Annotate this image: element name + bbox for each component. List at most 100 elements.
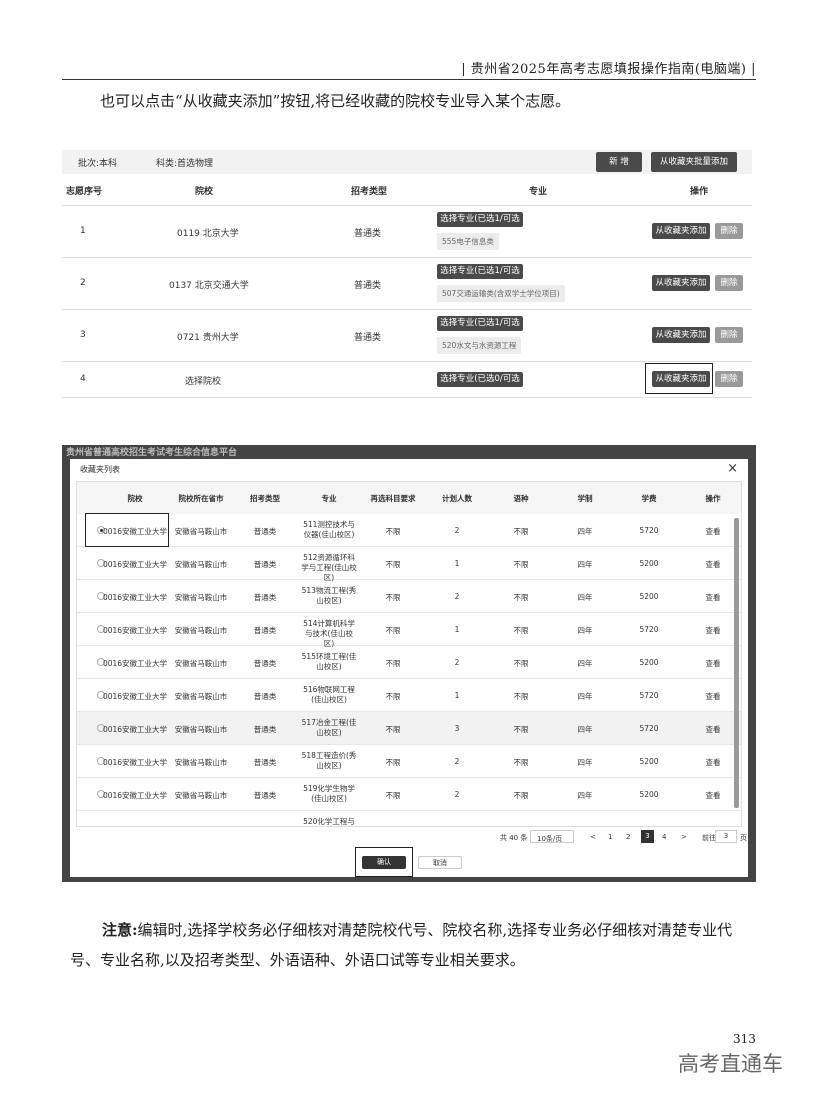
cell-lang: 不限 bbox=[513, 692, 529, 701]
cell-fee: 5200 bbox=[639, 592, 659, 601]
view-link[interactable]: 查看 bbox=[706, 724, 721, 735]
cell-school: 0016安徽工业大学 bbox=[102, 725, 168, 734]
cell-req: 不限 bbox=[385, 626, 401, 635]
cell-type: 普通类 bbox=[253, 527, 277, 536]
view-link[interactable]: 查看 bbox=[706, 658, 721, 669]
favorites-row[interactable]: 0016安徽工业大学 安徽省马鞍山市 普通类 517冶金工程(佳山校区) 不限 3 不限 四年… bbox=[77, 712, 741, 745]
col-plan: 计划人数 bbox=[442, 494, 472, 503]
select-school-link[interactable]: 选择院校 bbox=[185, 374, 221, 387]
col-fee: 学费 bbox=[641, 494, 657, 503]
cell-years: 四年 bbox=[577, 527, 593, 536]
page-2-button[interactable]: 2 bbox=[626, 833, 630, 841]
cell-years: 四年 bbox=[577, 692, 593, 701]
cell-fee: 5200 bbox=[639, 559, 659, 568]
cell-fee: 5720 bbox=[639, 724, 659, 733]
delete-button[interactable]: 删除 bbox=[715, 327, 743, 343]
cell-plan: 1 bbox=[454, 691, 460, 700]
select-major-button[interactable]: 选择专业(已选1/可选1) bbox=[437, 212, 523, 239]
cell-req: 不限 bbox=[385, 725, 401, 734]
cell-school: 0016安徽工业大学 bbox=[102, 659, 168, 668]
cell-type: 普通类 bbox=[253, 593, 277, 602]
cancel-button[interactable]: 取消 bbox=[418, 856, 462, 869]
page-size-select[interactable]: 10条/页 bbox=[530, 830, 574, 843]
page-size-value: 10条/页 bbox=[537, 835, 563, 843]
view-link[interactable]: 查看 bbox=[706, 691, 721, 702]
col-major: 专业 bbox=[321, 494, 337, 503]
view-link[interactable]: 查看 bbox=[706, 526, 721, 537]
cell-major: 519化学生物学(佳山校区) bbox=[303, 784, 355, 803]
favorites-dialog: 收藏夹列表 × 院校 院校所在省市 招考类型 专业 再选科目要求 计划人数 语种… bbox=[70, 459, 748, 877]
platform-banner: 贵州省普通高校招生考试考生综合信息平台 bbox=[66, 448, 238, 458]
total-count: 共 40 条 bbox=[500, 834, 528, 842]
view-link[interactable]: 查看 bbox=[706, 592, 721, 603]
table-row: 3 0721 贵州大学 普通类 选择专业(已选1/可选1) 520水文与水资源工… bbox=[62, 310, 752, 362]
view-link[interactable]: 查看 bbox=[706, 757, 721, 768]
view-link[interactable]: 查看 bbox=[706, 625, 721, 636]
add-from-favorites-button[interactable]: 从收藏夹添加 bbox=[652, 223, 710, 239]
batch-add-favorites-button[interactable]: 从收藏夹批量添加 bbox=[651, 152, 737, 172]
row-school: 0137 北京交通大学 bbox=[169, 281, 249, 291]
cell-req: 不限 bbox=[385, 692, 401, 701]
cell-lang: 不限 bbox=[513, 560, 529, 569]
pagination: 共 40 条 10条/页 < 1 2 3 4 > 前往 3 页 bbox=[70, 827, 748, 847]
table-header: 志愿序号 院校 招考类型 专业 操作 bbox=[62, 174, 752, 206]
page-1-button[interactable]: 1 bbox=[608, 833, 612, 841]
cell-years: 四年 bbox=[577, 659, 593, 668]
cell-city: 安徽省马鞍山市 bbox=[174, 725, 228, 734]
cell-fee: 5720 bbox=[639, 625, 659, 634]
prev-page-button[interactable]: < bbox=[590, 833, 596, 841]
favorites-row[interactable]: 0016安徽工业大学 安徽省马鞍山市 普通类 512资源循环科学与工程(佳山校区) 不限… bbox=[77, 547, 741, 582]
goto-page-input[interactable]: 3 bbox=[715, 830, 737, 843]
highlight-box bbox=[355, 847, 413, 877]
cell-fee: 5200 bbox=[639, 790, 659, 799]
cell-fee: 5200 bbox=[639, 757, 659, 766]
cell-req: 不限 bbox=[385, 527, 401, 536]
row-no: 3 bbox=[80, 330, 86, 340]
favorites-table: 院校 院校所在省市 招考类型 专业 再选科目要求 计划人数 语种 学制 学费 操… bbox=[76, 481, 742, 827]
cell-lang: 不限 bbox=[513, 791, 529, 800]
favorites-row[interactable]: 0016安徽工业大学 安徽省马鞍山市 普通类 516物联网工程(佳山校区) 不限 1 不限 四… bbox=[77, 679, 741, 712]
cell-req: 不限 bbox=[385, 560, 401, 569]
next-page-button[interactable]: > bbox=[681, 833, 687, 841]
favorites-row[interactable]: 0016安徽工业大学 安徽省马鞍山市 普通类 511测控技术与仪器(佳山校区) 不限 2 不… bbox=[77, 513, 741, 547]
cell-plan: 2 bbox=[454, 757, 460, 766]
cell-major: 512资源循环科学与工程(佳山校区) bbox=[301, 553, 357, 582]
col-years: 学制 bbox=[577, 494, 593, 503]
select-major-button[interactable]: 选择专业(已选1/可选1) bbox=[437, 264, 523, 291]
delete-button[interactable]: 删除 bbox=[715, 223, 743, 239]
header-major: 专业 bbox=[529, 187, 548, 197]
row-type: 普通类 bbox=[354, 333, 382, 343]
scrollbar[interactable] bbox=[734, 518, 739, 808]
cell-years: 四年 bbox=[577, 758, 593, 767]
note-paragraph: 注意:编辑时,选择学校务必仔细核对清楚院校代号、院校名称,选择专业务必仔细核对清… bbox=[70, 915, 750, 975]
view-link[interactable]: 查看 bbox=[706, 559, 721, 570]
cell-req: 不限 bbox=[385, 593, 401, 602]
favorites-row[interactable]: 0016安徽工业大学 安徽省马鞍山市 普通类 514计算机科学与技术(佳山校区) 不限 1… bbox=[77, 613, 741, 648]
row-school: 0119 北京大学 bbox=[177, 229, 239, 239]
select-major-button[interactable]: 选择专业(已选0/可选1) bbox=[437, 372, 523, 399]
cell-lang: 不限 bbox=[513, 593, 529, 602]
favorites-row[interactable]: 520化学工程与工 bbox=[77, 811, 741, 826]
dialog-title: 收藏夹列表 bbox=[80, 465, 120, 474]
page-4-button[interactable]: 4 bbox=[662, 833, 666, 841]
add-from-favorites-button[interactable]: 从收藏夹添加 bbox=[652, 275, 710, 291]
select-major-button[interactable]: 选择专业(已选1/可选1) bbox=[437, 316, 523, 343]
row-type: 普通类 bbox=[354, 229, 382, 239]
cell-school: 0016安徽工业大学 bbox=[102, 791, 168, 800]
favorites-row[interactable]: 0016安徽工业大学 安徽省马鞍山市 普通类 513物流工程(秀山校区) 不限 2 不限 四年… bbox=[77, 580, 741, 613]
new-button[interactable]: 新 增 bbox=[596, 152, 642, 172]
favorites-row[interactable]: 0016安徽工业大学 安徽省马鞍山市 普通类 515环境工程(佳山校区) 不限 2 不限 四年… bbox=[77, 646, 741, 679]
favorites-row[interactable]: 0016安徽工业大学 安徽省马鞍山市 普通类 519化学生物学(佳山校区) 不限 2 不限 四… bbox=[77, 778, 741, 811]
cell-lang: 不限 bbox=[513, 527, 529, 536]
cell-school: 0016安徽工业大学 bbox=[102, 758, 168, 767]
favorites-row[interactable]: 0016安徽工业大学 安徽省马鞍山市 普通类 518工程造价(秀山校区) 不限 2 不限 四年… bbox=[77, 745, 741, 778]
cell-major: 517冶金工程(佳山校区) bbox=[301, 718, 357, 737]
delete-button[interactable]: 删除 bbox=[715, 275, 743, 291]
view-link[interactable]: 查看 bbox=[706, 790, 721, 801]
page-3-button[interactable]: 3 bbox=[641, 830, 654, 843]
add-from-favorites-button[interactable]: 从收藏夹添加 bbox=[652, 327, 710, 343]
cell-years: 四年 bbox=[577, 560, 593, 569]
close-icon[interactable]: × bbox=[727, 461, 738, 476]
cell-req: 不限 bbox=[385, 791, 401, 800]
delete-button[interactable]: 删除 bbox=[715, 371, 743, 387]
